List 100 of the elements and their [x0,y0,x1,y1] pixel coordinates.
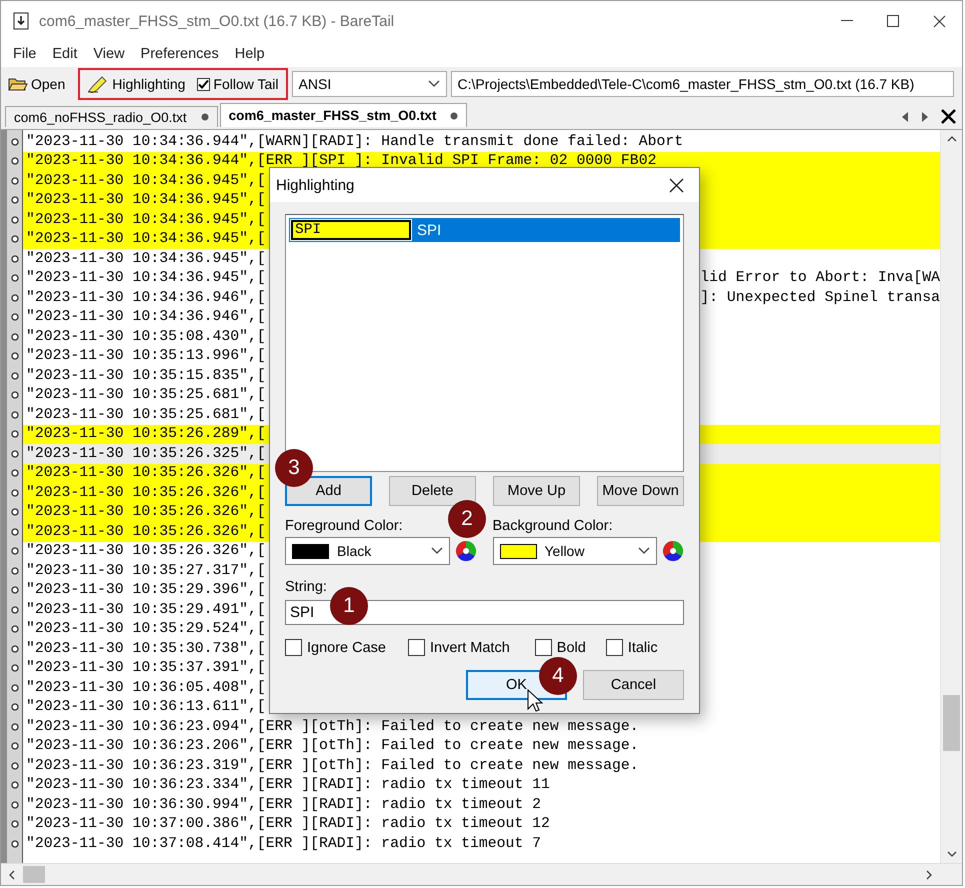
scroll-thumb[interactable] [943,695,960,751]
log-text: "2023-11-30 10:34:36.946",[ [26,290,266,306]
scroll-up-icon[interactable] [946,136,956,142]
log-text: "2023-11-30 10:35:27.317",[ [26,562,266,579]
field-label: Background Color: [492,518,613,534]
color-dropdown[interactable]: Yellow [492,537,657,565]
menu-item[interactable]: Help [226,46,273,62]
bookmark-dot-icon[interactable] [10,664,18,672]
color-dropdown[interactable]: Black [285,537,450,565]
bookmark-dot-icon[interactable] [10,430,18,438]
dialog-button[interactable]: Delete [389,476,476,506]
bookmark-dot-icon[interactable] [10,840,18,848]
option-checkbox[interactable]: Ignore Case [285,639,386,656]
highlighting-button[interactable]: Highlighting [84,72,188,96]
bookmark-dot-icon[interactable] [10,684,18,692]
bookmark-dot-icon[interactable] [10,800,18,809]
bookmark-dot-icon[interactable] [10,625,18,634]
scroll-down-icon[interactable] [946,851,956,857]
bookmark-dot-icon[interactable] [10,508,18,516]
log-text: "2023-11-30 10:34:36.944",[WARN][RADI]: Handle transmit done failed: Abort [26,134,684,150]
bookmark-dot-icon[interactable] [10,313,18,322]
dialog-button[interactable]: Cancel [583,670,684,700]
bookmark-dot-icon[interactable] [10,566,18,575]
option-checkbox[interactable]: Bold [534,639,586,656]
checkmark-icon [198,78,210,90]
bookmark-dot-icon[interactable] [10,528,18,536]
menu-item[interactable]: View [85,46,133,62]
checkbox[interactable] [197,78,210,90]
log-text: "2023-11-30 10:36:13.611",[ [26,699,266,716]
menu-item[interactable]: File [5,46,44,62]
vertical-scrollbar[interactable] [940,130,962,863]
option-checkbox[interactable]: Italic [606,639,658,656]
bookmark-dot-icon[interactable] [10,742,18,750]
scroll-right-icon[interactable] [926,870,932,880]
bookmark-dot-icon[interactable] [10,820,18,828]
bookmark-dot-icon[interactable] [10,410,18,419]
scroll-thumb[interactable] [23,866,45,883]
dot-icon [450,112,458,120]
log-text: "2023-11-30 10:35:08.430",[ [26,328,266,345]
log-text: "2023-11-30 10:35:26.326",[ [26,504,266,520]
close-tab-icon[interactable] [941,109,956,124]
previous-tab-icon[interactable] [901,112,909,122]
bookmark-dot-icon[interactable] [10,450,18,458]
bookmark-dot-icon[interactable] [10,372,18,380]
checkbox[interactable] [534,639,552,656]
dialog-button[interactable]: Add [285,476,372,506]
chevron-down-icon [638,547,650,555]
bookmark-dot-icon[interactable] [10,644,18,653]
dialog-button[interactable]: Move Up [493,476,580,506]
bookmark-dot-icon[interactable] [10,332,18,341]
checkbox[interactable] [285,639,302,656]
bookmark-dot-icon[interactable] [10,586,18,594]
menu-item[interactable]: Preferences [132,46,227,62]
log-text: "2023-11-30 10:34:36.944",[ERR ][SPI ]: Invalid SPI Frame: 02 0000 FB02 [26,153,656,170]
chevron-down-icon [428,80,440,88]
bookmark-dot-icon[interactable] [10,216,18,224]
bookmark-dot-icon[interactable] [10,274,18,282]
rule-item[interactable]: SPI SPI [289,218,680,242]
bookmark-dot-icon[interactable] [10,176,18,185]
log-text: "2023-11-30 10:35:26.326",[ [26,543,266,560]
option-checkbox[interactable]: Invert Match [408,639,510,656]
bookmark-dot-icon[interactable] [10,781,18,790]
bookmark-dot-icon[interactable] [10,352,18,360]
horizontal-scrollbar[interactable] [1,863,962,885]
next-tab-icon[interactable] [921,112,929,122]
log-text: "2023-11-30 10:34:36.946",[ [26,309,266,326]
log-text: "2023-11-30 10:34:36.945",[ [26,192,266,208]
bookmark-dot-icon[interactable] [10,703,18,712]
folder-icon [8,76,28,92]
scroll-left-icon[interactable] [9,870,15,880]
log-text: "2023-11-30 10:35:26.325",[ [26,446,266,462]
follow-tail-checkbox[interactable]: Follow Tail [194,72,282,96]
bookmark-dot-icon[interactable] [10,722,18,731]
bookmark-dot-icon[interactable] [10,157,18,166]
color-wheel-icon[interactable] [662,540,684,562]
bookmark-dot-icon[interactable] [10,235,18,244]
checkbox[interactable] [408,639,425,656]
log-text: "2023-11-30 10:36:30.994",[ERR ][RADI]: radio tx timeout 2 [26,796,542,813]
bookmark-dot-icon[interactable] [10,547,18,556]
bookmark-dot-icon[interactable] [10,488,18,497]
color-wheel-icon[interactable] [454,540,476,562]
close-icon [932,14,946,28]
file-tab[interactable]: com6_noFHSS_radio_O0.txt [5,106,218,127]
open-button[interactable]: Open [5,72,68,96]
bookmark-dot-icon[interactable] [10,254,18,263]
bookmark-dot-icon[interactable] [10,294,18,302]
window-title: com6_master_FHSS_stm_O0.txt (16.7 KB) - BareTail [39,12,396,30]
file-tab[interactable]: com6_master_FHSS_stm_O0.txt [220,103,468,127]
bookmark-dot-icon[interactable] [10,606,18,614]
bookmark-dot-icon[interactable] [10,762,18,770]
log-text: "2023-11-30 10:37:08.414",[ERR ][RADI]: radio tx timeout 7 [26,836,542,852]
bookmark-dot-icon[interactable] [10,391,18,400]
bookmark-dot-icon[interactable] [10,469,18,478]
log-text: "2023-11-30 10:36:23.319",[ERR ][otTh]: Failed to create new message. [26,758,639,774]
bookmark-dot-icon[interactable] [10,196,18,204]
menu-item[interactable]: Edit [44,46,86,62]
bookmark-dot-icon[interactable] [10,138,18,146]
encoding-dropdown[interactable]: ANSI [292,71,447,97]
dialog-button[interactable]: Move Down [597,476,684,506]
checkbox[interactable] [606,639,623,656]
